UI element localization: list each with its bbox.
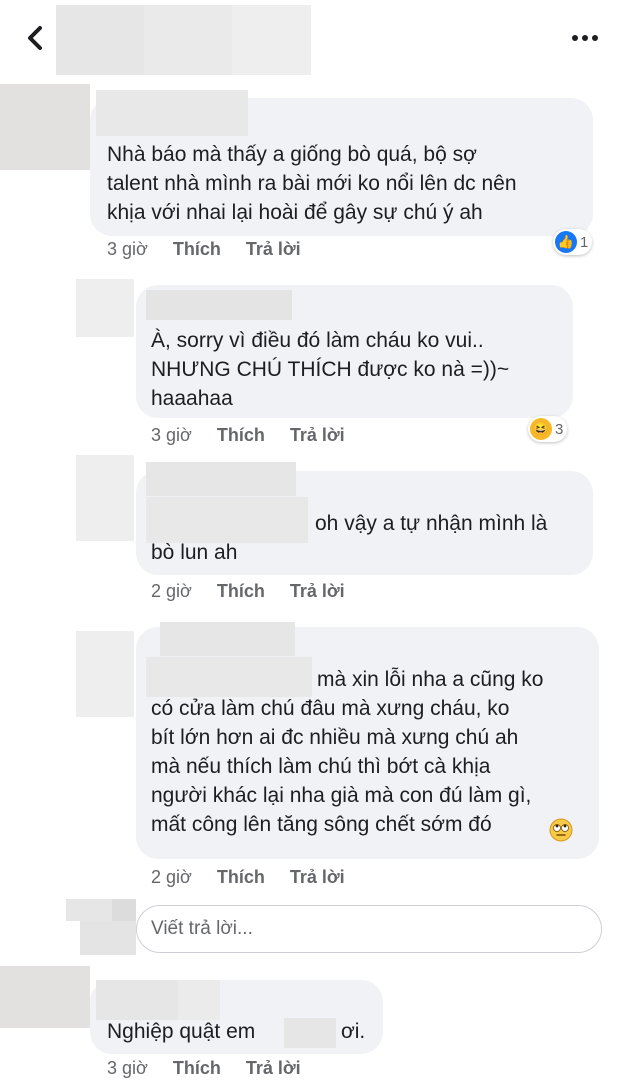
reply-button[interactable]: Trả lời (290, 425, 345, 445)
eye-roll-emoji (549, 818, 573, 842)
like-button[interactable]: Thích (217, 425, 265, 445)
reaction-badge[interactable]: 👍 1 (553, 229, 593, 255)
reply-meta: 2 giờ Thích Trả lời (151, 581, 345, 602)
reaction-count: 1 (580, 233, 589, 251)
avatar[interactable] (76, 455, 134, 541)
comment-text-line: Nhà báo mà thấy a giống bò quá, bộ sợ (107, 143, 477, 166)
avatar (66, 899, 136, 955)
comment-text-line: ơi. (341, 1020, 366, 1043)
blurred-name-inline (284, 1018, 336, 1048)
blurred-name-inline (146, 497, 308, 543)
blurred-author[interactable] (160, 622, 295, 656)
reply-text-line: bít lớn hơn ai đc nhiều mà xưng chú ah (151, 726, 519, 749)
reply-button[interactable]: Trả lời (246, 239, 301, 259)
reply-text-line: bò lun ah (151, 541, 238, 564)
blurred-author[interactable] (96, 980, 220, 1020)
like-button[interactable]: Thích (217, 581, 265, 601)
comment-meta: 3 giờ Thích Trả lời (107, 1058, 301, 1079)
like-button[interactable]: Thích (173, 239, 221, 259)
comment-text-line: talent nhà mình ra bài mới ko nổi lên dc… (107, 172, 517, 195)
like-button[interactable]: Thích (173, 1058, 221, 1078)
blurred-author[interactable] (146, 290, 292, 320)
avatar[interactable] (76, 279, 134, 337)
back-button[interactable] (18, 18, 58, 58)
like-icon: 👍 (555, 231, 577, 253)
reaction-badge[interactable]: 😆 3 (528, 416, 568, 442)
timestamp: 3 giờ (151, 425, 192, 445)
blurred-author[interactable] (146, 462, 296, 496)
reply-text-line: có cửa làm chú đâu mà xưng cháu, ko (151, 697, 510, 720)
timestamp: 2 giờ (151, 867, 192, 887)
reaction-count: 3 (555, 420, 564, 438)
header-bar (0, 0, 620, 78)
comment-meta: 3 giờ Thích Trả lời (107, 239, 301, 260)
chevron-left-icon (28, 26, 42, 50)
reply-text-line: À, sorry vì điều đó làm cháu ko vui.. (151, 329, 484, 352)
timestamp: 2 giờ (151, 581, 192, 601)
blurred-name-inline (146, 657, 312, 697)
avatar[interactable] (76, 631, 134, 717)
avatar[interactable] (0, 966, 90, 1028)
reply-button[interactable]: Trả lời (290, 867, 345, 887)
blurred-author[interactable] (96, 90, 248, 136)
reply-text-line: mà nếu thích làm chú thì bớt cà khịa (151, 755, 491, 778)
comment-text-line: Nghiệp quật em (107, 1020, 256, 1043)
reply-meta: 3 giờ Thích Trả lời (151, 425, 345, 446)
blurred-title (56, 5, 311, 75)
avatar[interactable] (0, 84, 90, 170)
reply-text-line: NHƯNG CHÚ THÍCH được ko nà =))~ (151, 358, 510, 381)
comment-text-line: khịa với nhai lại hoài để gây sự chú ý a… (107, 201, 483, 224)
reply-button[interactable]: Trả lời (246, 1058, 301, 1078)
timestamp: 3 giờ (107, 1058, 148, 1078)
reply-text-line: người khác lại nha già mà con đú làm gì, (151, 784, 532, 807)
like-button[interactable]: Thích (217, 867, 265, 887)
laugh-icon: 😆 (530, 418, 552, 440)
timestamp: 3 giờ (107, 239, 148, 259)
more-button[interactable] (566, 26, 606, 50)
reply-input[interactable]: Viết trả lời... (136, 905, 602, 953)
more-horizontal-icon (572, 35, 598, 41)
reply-text-line: haaahaa (151, 387, 233, 410)
reply-input-placeholder: Viết trả lời... (151, 918, 253, 939)
reply-button[interactable]: Trả lời (290, 581, 345, 601)
reply-text-line: mà xin lỗi nha a cũng ko (317, 668, 544, 691)
reply-meta: 2 giờ Thích Trả lời (151, 867, 345, 888)
reply-text-line: oh vậy a tự nhận mình là (315, 512, 548, 535)
reply-text-line: mất công lên tăng sông chết sớm đó (151, 813, 492, 836)
